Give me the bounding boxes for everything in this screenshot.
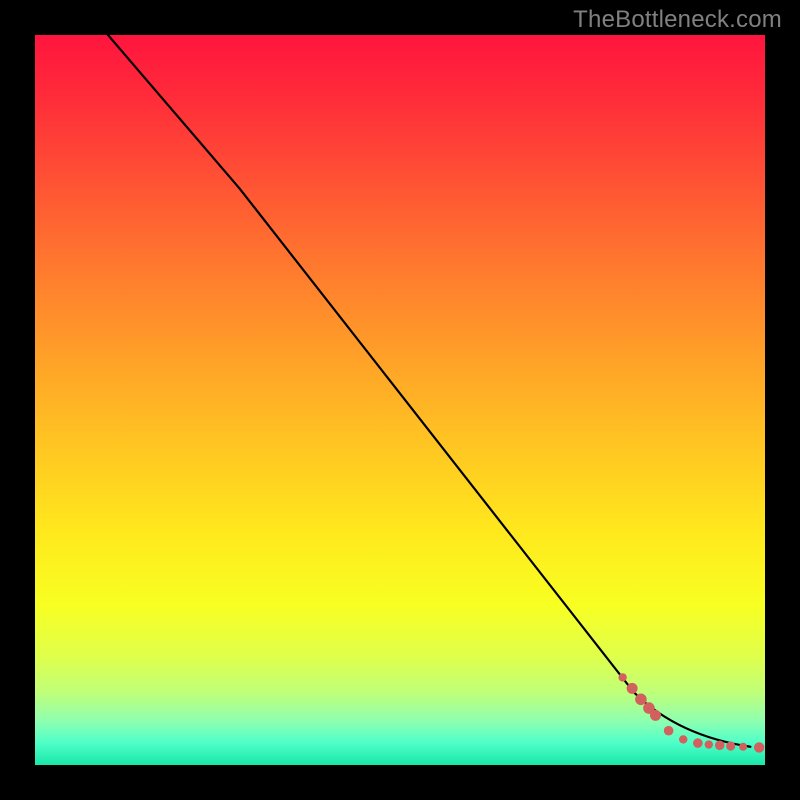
data-point xyxy=(739,743,747,751)
data-point xyxy=(650,710,661,721)
data-point xyxy=(754,742,764,752)
data-point xyxy=(726,741,735,750)
data-point xyxy=(715,740,725,750)
chart-svg xyxy=(35,35,765,765)
data-point xyxy=(627,683,638,694)
chart-frame: TheBottleneck.com xyxy=(0,0,800,800)
data-point xyxy=(618,673,626,681)
points-group xyxy=(618,673,764,752)
watermark-text: TheBottleneck.com xyxy=(573,6,782,34)
data-point xyxy=(635,694,647,706)
data-point xyxy=(693,738,703,748)
data-point xyxy=(679,735,687,743)
plot-area xyxy=(35,35,765,765)
curve-line xyxy=(108,35,750,747)
data-point xyxy=(664,726,674,736)
data-point xyxy=(705,740,713,748)
